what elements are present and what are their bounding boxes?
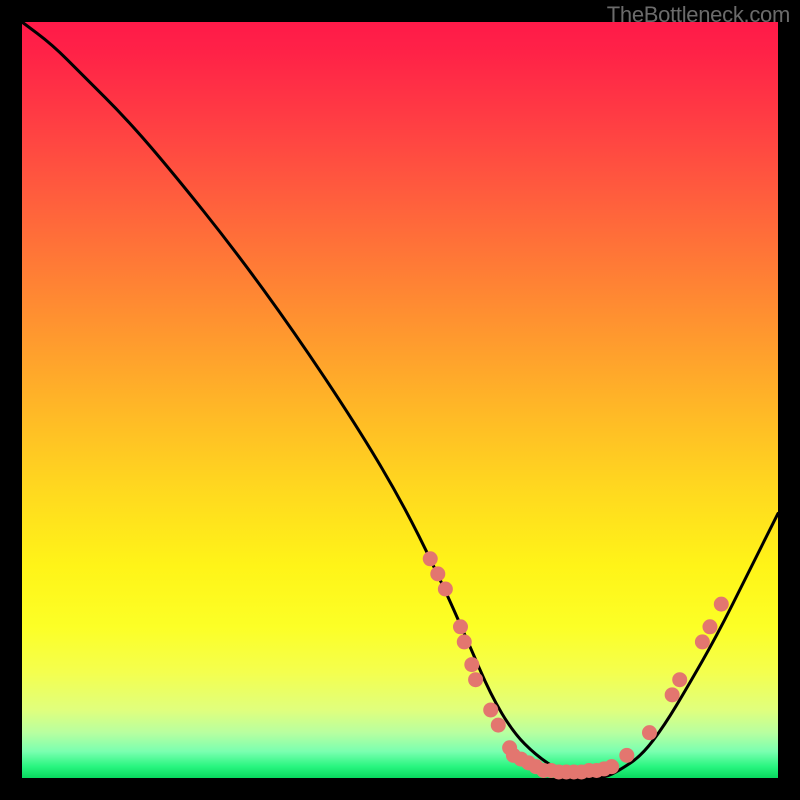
data-point-marker xyxy=(642,725,657,740)
bottleneck-curve xyxy=(22,22,778,778)
data-point-marker xyxy=(619,748,634,763)
data-point-marker xyxy=(714,597,729,612)
data-point-marker xyxy=(438,582,453,597)
data-point-marker xyxy=(702,619,717,634)
data-point-marker xyxy=(665,687,680,702)
data-point-marker xyxy=(464,657,479,672)
marker-layer xyxy=(423,551,729,779)
data-point-marker xyxy=(672,672,687,687)
data-point-marker xyxy=(491,718,506,733)
data-point-marker xyxy=(423,551,438,566)
data-point-marker xyxy=(453,619,468,634)
data-point-marker xyxy=(430,566,445,581)
curve-layer xyxy=(22,22,778,778)
data-point-marker xyxy=(468,672,483,687)
bottleneck-chart xyxy=(0,0,800,800)
data-point-marker xyxy=(604,759,619,774)
watermark-text: TheBottleneck.com xyxy=(607,2,790,28)
data-point-marker xyxy=(695,634,710,649)
data-point-marker xyxy=(483,702,498,717)
data-point-marker xyxy=(457,634,472,649)
